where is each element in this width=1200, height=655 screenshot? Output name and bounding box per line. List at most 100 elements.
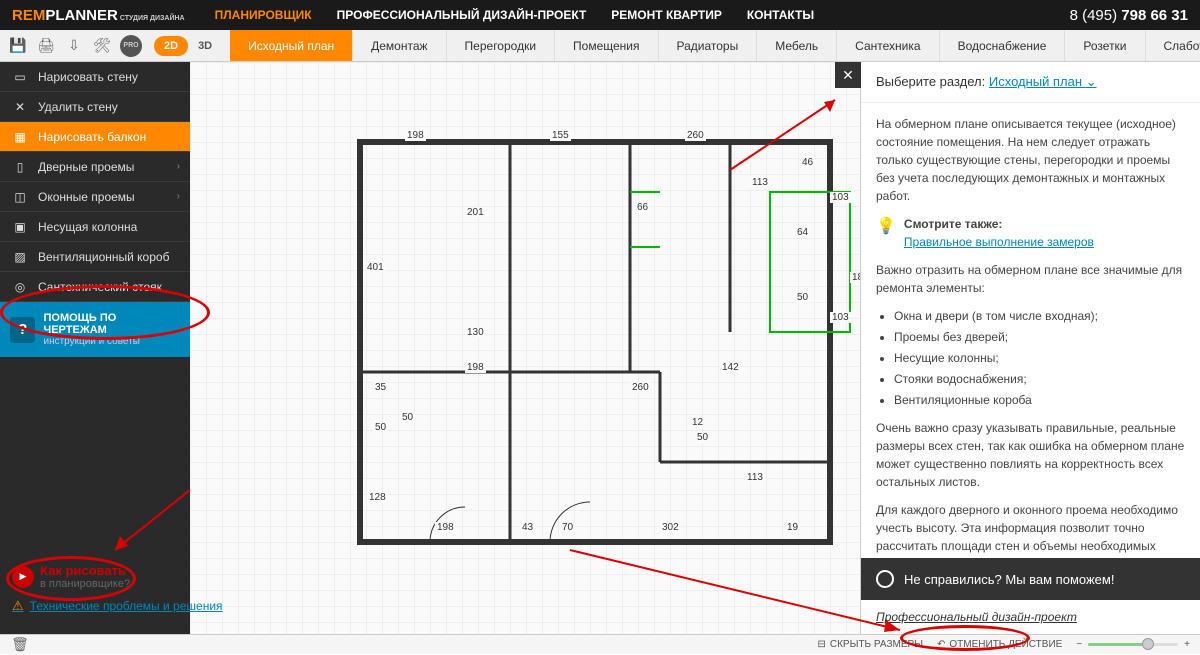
chevron-right-icon: › <box>177 191 180 202</box>
dim-label: 12 <box>690 417 705 428</box>
help-design-link[interactable]: Профессиональный дизайн-проект <box>861 600 1200 634</box>
tool-draw-wall[interactable]: ▭Нарисовать стену <box>0 62 190 92</box>
dim-label: 103 <box>830 312 851 323</box>
tab-rooms[interactable]: Помещения <box>555 30 658 61</box>
dim-label: 64 <box>795 227 810 238</box>
trash-icon[interactable]: 🗑 <box>10 635 30 655</box>
tab-radiators[interactable]: Радиаторы <box>659 30 758 61</box>
help-bullet-list: Окна и двери (в том числе входная); Прое… <box>894 307 1185 409</box>
hide-dimensions-button[interactable]: ⊟ СКРЫТЬ РАЗМЕРЫ <box>817 639 923 650</box>
dim-label: 198 <box>405 130 426 141</box>
help-link-measurements[interactable]: Правильное выполнение замеров <box>904 235 1094 249</box>
balcony-icon: ▦ <box>10 129 30 145</box>
phone: 8 (495) 798 66 31 <box>1070 7 1188 24</box>
help-para: На обмерном плане описывается текущее (и… <box>876 115 1185 205</box>
bulb-icon: 💡 <box>876 215 896 239</box>
close-help-button[interactable]: ✕ <box>835 62 861 88</box>
logo-rem: REM <box>12 7 45 24</box>
toolbar: 💾 🖨 ⇩ 🛠 PRO 2D 3D Исходный план Демонтаж… <box>0 30 1200 62</box>
help-para: Важно отразить на обмерном плане все зна… <box>876 261 1185 297</box>
dim-label: 43 <box>520 522 535 533</box>
pro-badge[interactable]: PRO <box>120 35 142 57</box>
vent-icon: ▨ <box>10 249 30 265</box>
dim-label: 128 <box>367 492 388 503</box>
dim-label: 113 <box>750 177 770 188</box>
logo-subtitle: СТУДИЯ ДИЗАЙНА <box>120 15 185 22</box>
dim-label: 198 <box>435 522 456 533</box>
help-panel-button[interactable]: ? ПОМОЩЬ ПО ЧЕРТЕЖАМ инструкции и советы <box>0 302 190 357</box>
zoom-out-icon[interactable]: − <box>1076 639 1082 650</box>
status-bar: 🗑 ⊟ СКРЫТЬ РАЗМЕРЫ ↶ ОТМЕНИТЬ ДЕЙСТВИЕ −… <box>0 634 1200 654</box>
door-icon: ▯ <box>10 159 30 175</box>
dim-label: 50 <box>795 292 810 303</box>
chevron-down-icon: ⌄ <box>1086 74 1097 89</box>
help-section-selector: Выберите раздел: Исходный план ⌄ <box>861 62 1200 103</box>
plan-tabs: Исходный план Демонтаж Перегородки Помещ… <box>230 30 1200 61</box>
view-2d-button[interactable]: 2D <box>154 36 188 56</box>
main-nav: ПЛАНИРОВЩИК ПРОФЕССИОНАЛЬНЫЙ ДИЗАЙН-ПРОЕ… <box>215 8 814 22</box>
dim-label: 35 <box>373 382 388 393</box>
help-section-dropdown[interactable]: Исходный план ⌄ <box>989 74 1097 89</box>
tool-draw-balcony[interactable]: ▦Нарисовать балкон <box>0 122 190 152</box>
tool-windows[interactable]: ◫Оконные проемы› <box>0 182 190 212</box>
tool-vent[interactable]: ▨Вентиляционный короб <box>0 242 190 272</box>
dim-label: 46 <box>800 157 815 168</box>
undo-button[interactable]: ↶ ОТМЕНИТЬ ДЕЙСТВИЕ <box>937 639 1062 650</box>
dim-label: 302 <box>660 522 681 533</box>
tab-source-plan[interactable]: Исходный план <box>230 30 353 61</box>
tech-problems-link[interactable]: ⚠ Технические проблемы и решения <box>12 598 223 614</box>
tools-panel: ▭Нарисовать стену ✕Удалить стену ▦Нарисо… <box>0 62 190 634</box>
logo-planner: PLANNER <box>45 7 118 24</box>
dim-label: 130 <box>465 327 486 338</box>
dim-label: 201 <box>465 207 486 218</box>
video-tutorial-link[interactable]: ▶ Как рисовать в планировщике? <box>12 563 223 590</box>
help-title: ПОМОЩЬ ПО ЧЕРТЕЖАМ <box>43 312 180 336</box>
dim-label: 50 <box>373 422 388 433</box>
dim-label: 401 <box>365 262 386 273</box>
dim-label: 260 <box>630 382 651 393</box>
wall-icon: ▭ <box>10 69 30 85</box>
riser-icon: ◎ <box>10 279 30 295</box>
tool-column[interactable]: ▣Несущая колонна <box>0 212 190 242</box>
tab-lowvoltage[interactable]: Слаботочка <box>1146 30 1200 61</box>
nav-contacts[interactable]: КОНТАКТЫ <box>747 8 814 22</box>
tool-riser[interactable]: ◎Сантехнический стояк <box>0 272 190 302</box>
logo[interactable]: REM PLANNER СТУДИЯ ДИЗАЙНА <box>12 7 185 24</box>
nav-planner[interactable]: ПЛАНИРОВЩИК <box>215 8 312 22</box>
window-icon: ◫ <box>10 189 30 205</box>
tab-furniture[interactable]: Мебель <box>757 30 837 61</box>
delete-wall-icon: ✕ <box>10 99 30 115</box>
zoom-in-icon[interactable]: + <box>1184 639 1190 650</box>
chevron-right-icon: › <box>177 161 180 172</box>
dim-label: 113 <box>745 472 765 483</box>
nav-repair[interactable]: РЕМОНТ КВАРТИР <box>611 8 722 22</box>
help-subtitle: инструкции и советы <box>43 336 180 347</box>
tab-plumbing[interactable]: Сантехника <box>837 30 939 61</box>
column-icon: ▣ <box>10 219 30 235</box>
dim-label: 155 <box>550 130 571 141</box>
help-cta-button[interactable]: Не справились? Мы вам поможем! <box>861 558 1200 600</box>
save-icon[interactable]: 💾 <box>8 36 28 56</box>
dim-label: 70 <box>560 522 575 533</box>
warning-icon: ⚠ <box>12 598 24 614</box>
export-icon[interactable]: ⇩ <box>64 36 84 56</box>
print-icon[interactable]: 🖨 <box>36 36 56 56</box>
tool-doors[interactable]: ▯Дверные проемы› <box>0 152 190 182</box>
dim-label: 19 <box>785 522 800 533</box>
undo-icon: ↶ <box>937 639 945 650</box>
dim-label: 198 <box>465 362 486 373</box>
dim-label: 103 <box>830 192 851 203</box>
question-icon: ? <box>10 317 35 343</box>
tool-delete-wall[interactable]: ✕Удалить стену <box>0 92 190 122</box>
tab-sockets[interactable]: Розетки <box>1065 30 1145 61</box>
help-para: Для каждого дверного и оконного проема н… <box>876 501 1185 558</box>
gear-icon <box>876 570 894 588</box>
floorplan-drawing <box>350 132 870 562</box>
tab-partitions[interactable]: Перегородки <box>447 30 555 61</box>
tab-demolition[interactable]: Демонтаж <box>353 30 446 61</box>
tab-water[interactable]: Водоснабжение <box>940 30 1066 61</box>
nav-design[interactable]: ПРОФЕССИОНАЛЬНЫЙ ДИЗАЙН-ПРОЕКТ <box>337 8 587 22</box>
view-3d-button[interactable]: 3D <box>188 36 222 56</box>
zoom-slider[interactable]: − + <box>1076 639 1190 650</box>
tools-icon[interactable]: 🛠 <box>92 36 112 56</box>
